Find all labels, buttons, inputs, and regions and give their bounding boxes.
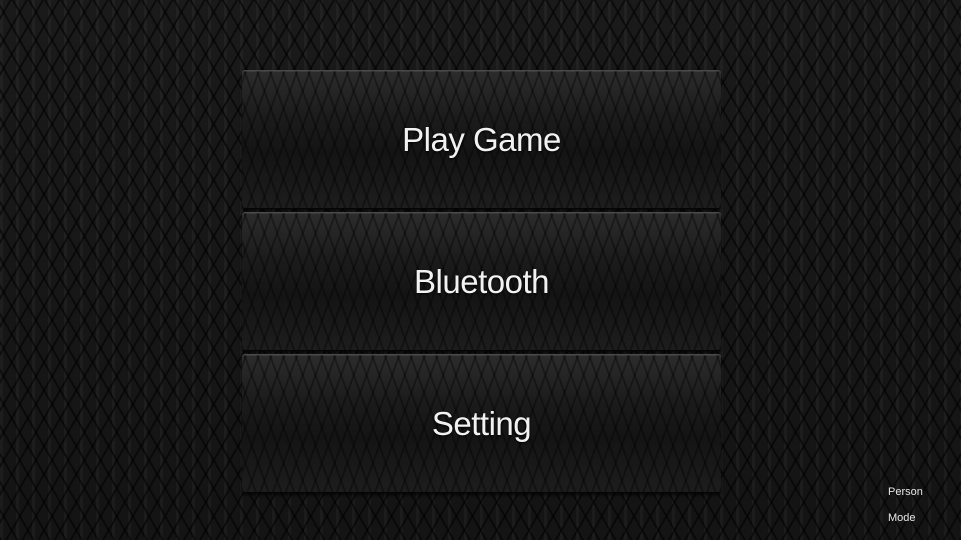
play-game-label: Play Game bbox=[402, 120, 561, 158]
play-game-button[interactable]: Play Game bbox=[242, 70, 721, 209]
setting-button[interactable]: Setting bbox=[242, 354, 721, 493]
bluetooth-button[interactable]: Bluetooth bbox=[242, 212, 721, 351]
setting-label: Setting bbox=[431, 404, 532, 442]
bluetooth-label: Bluetooth bbox=[414, 262, 549, 300]
main-menu: Play Game Bluetooth Setting bbox=[242, 70, 721, 493]
mode-line-2: Mode bbox=[888, 512, 916, 524]
mode-line-1: Person bbox=[888, 486, 923, 498]
person-mode-indicator: Person Mode bbox=[888, 473, 948, 538]
